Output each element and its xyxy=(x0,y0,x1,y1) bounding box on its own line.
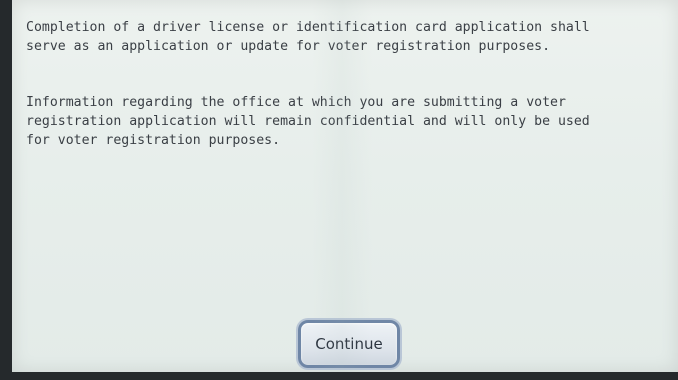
voter-registration-notice-text: Completion of a driver license or identi… xyxy=(26,20,590,54)
continue-button[interactable]: Continue xyxy=(298,320,400,368)
kiosk-frame: Completion of a driver license or identi… xyxy=(0,0,678,380)
confidentiality-notice-text: Information regarding the office at whic… xyxy=(26,95,590,148)
kiosk-screen: Completion of a driver license or identi… xyxy=(12,0,678,372)
